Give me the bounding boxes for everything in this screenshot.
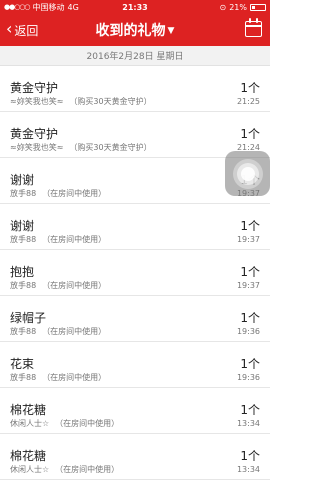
gift-count: 1个: [240, 403, 260, 417]
gift-note: （在房间中使用）: [42, 327, 107, 336]
gift-note: （在房间中使用）: [42, 189, 107, 198]
assistive-touch-ring-inner: [240, 166, 255, 181]
list-item[interactable]: 黄金守护 ≈妳笑我也笑≈ （购买30天黄金守护） 1个 21:25: [0, 66, 270, 112]
gift-sender: 休闲人士☆: [10, 419, 50, 428]
gift-time: 13:34: [236, 465, 260, 474]
lock-rotation-icon: ⊙: [219, 2, 227, 12]
gift-meta: ≈妳笑我也笑≈ （购买30天黄金守护）: [10, 96, 152, 107]
signal-icon: ●●○○○: [4, 3, 31, 11]
gift-name: 棉花糖: [10, 403, 47, 417]
assistive-touch-button[interactable]: [225, 151, 270, 196]
gift-note: （购买30天黄金守护）: [69, 97, 152, 106]
gift-meta: 放手88 （在房间中使用）: [10, 372, 106, 383]
gift-sender: ≈妳笑我也笑≈: [10, 143, 64, 152]
gift-sender: 放手88: [10, 327, 37, 336]
calendar-ring-right: [256, 18, 258, 23]
gift-note: （在房间中使用）: [42, 281, 107, 290]
gift-name: 黄金守护: [10, 81, 59, 95]
gift-time: 13:34: [236, 419, 260, 428]
caret-down-icon: ▼: [167, 26, 175, 36]
nav-bar: ‹ 返回 收到的礼物 ▼: [0, 14, 270, 46]
gift-count: 1个: [240, 265, 260, 279]
gift-name: 绿帽子: [10, 311, 47, 325]
list-item[interactable]: 绿帽子放手88 （在房间中使用） 1个 19:36: [0, 296, 270, 342]
battery-percent: 21%: [229, 2, 247, 12]
gift-meta: 休闲人士☆ （在房间中使用）: [10, 464, 119, 475]
gift-name: 谢谢: [10, 219, 35, 233]
gift-sender: 放手88: [10, 373, 37, 382]
list-item[interactable]: 抱抱放手88 （在房间中使用） 1个 19:37: [0, 250, 270, 296]
gift-sender: ≈妳笑我也笑≈: [10, 97, 64, 106]
gift-time: 21:25: [236, 97, 260, 106]
calendar-ring-left: [249, 18, 251, 23]
gift-meta: 放手88 （在房间中使用）: [10, 280, 106, 291]
back-button[interactable]: ‹ 返回: [6, 14, 38, 46]
page-title: 收到的礼物: [95, 23, 166, 39]
gift-note: （在房间中使用）: [55, 465, 120, 474]
gift-sender: 放手88: [10, 189, 37, 198]
assistive-touch-ring-mid: [236, 162, 259, 185]
gift-sender: 放手88: [10, 281, 37, 290]
list-item[interactable]: 谢谢放手88 （在房间中使用） 1个 19:37: [0, 204, 270, 250]
gift-name: 抱抱: [10, 265, 35, 279]
gift-count: 1个: [240, 311, 260, 325]
assistive-touch-ring-outer: [232, 158, 263, 189]
gift-count: 1个: [240, 219, 260, 233]
date-header: 2016年2月28日 星期日: [0, 46, 270, 66]
gift-sender: 放手88: [10, 235, 37, 244]
gift-note: （在房间中使用）: [42, 235, 107, 244]
gift-list: 黄金守护 ≈妳笑我也笑≈ （购买30天黄金守护） 1个 21:25 黄金守护 ≈妳笑我也笑≈…: [0, 66, 270, 480]
carrier-label: 中国移动: [32, 2, 65, 12]
status-right: ⊙ 21%: [220, 3, 266, 12]
status-left: ●●○○○ 中国移动 4G: [4, 2, 220, 13]
gift-meta: ≈妳笑我也笑≈ （购买30天黄金守护）: [10, 142, 152, 153]
gift-note: （在房间中使用）: [42, 373, 107, 382]
battery-icon: [250, 3, 266, 11]
gift-name: 花束: [10, 357, 35, 371]
gift-count: 1个: [240, 81, 260, 95]
calendar-icon[interactable]: [245, 18, 262, 37]
list-item[interactable]: 棉花糖休闲人士☆ （在房间中使用） 1个 13:34: [0, 434, 270, 480]
back-label: 返回: [14, 23, 39, 38]
gift-time: 19:36: [236, 327, 260, 336]
gift-count: 1个: [240, 357, 260, 371]
gift-meta: 放手88 （在房间中使用）: [10, 188, 106, 199]
gift-meta: 放手88 （在房间中使用）: [10, 326, 106, 337]
gift-note: （在房间中使用）: [55, 419, 120, 428]
gift-time: 19:37: [236, 235, 260, 244]
gift-count: 1个: [240, 127, 260, 141]
gift-name: 棉花糖: [10, 449, 47, 463]
gift-time: 19:36: [236, 373, 260, 382]
gift-meta: 休闲人士☆ （在房间中使用）: [10, 418, 119, 429]
gift-note: （购买30天黄金守护）: [69, 143, 152, 152]
chevron-left-icon: ‹: [6, 19, 13, 38]
gift-time: 19:37: [236, 281, 260, 290]
gift-count: 1个: [240, 449, 260, 463]
gift-name: 黄金守护: [10, 127, 59, 141]
gift-meta: 放手88 （在房间中使用）: [10, 234, 106, 245]
title-dropdown[interactable]: 收到的礼物 ▼: [65, 14, 205, 46]
list-item[interactable]: 花束放手88 （在房间中使用） 1个 19:36: [0, 342, 270, 388]
gift-sender: 休闲人士☆: [10, 465, 50, 474]
gift-name: 谢谢: [10, 173, 35, 187]
list-item[interactable]: 棉花糖休闲人士☆ （在房间中使用） 1个 13:34: [0, 388, 270, 434]
status-bar: ●●○○○ 中国移动 4G 21:33 ⊙ 21%: [0, 0, 270, 14]
network-label: 4G: [67, 2, 79, 12]
